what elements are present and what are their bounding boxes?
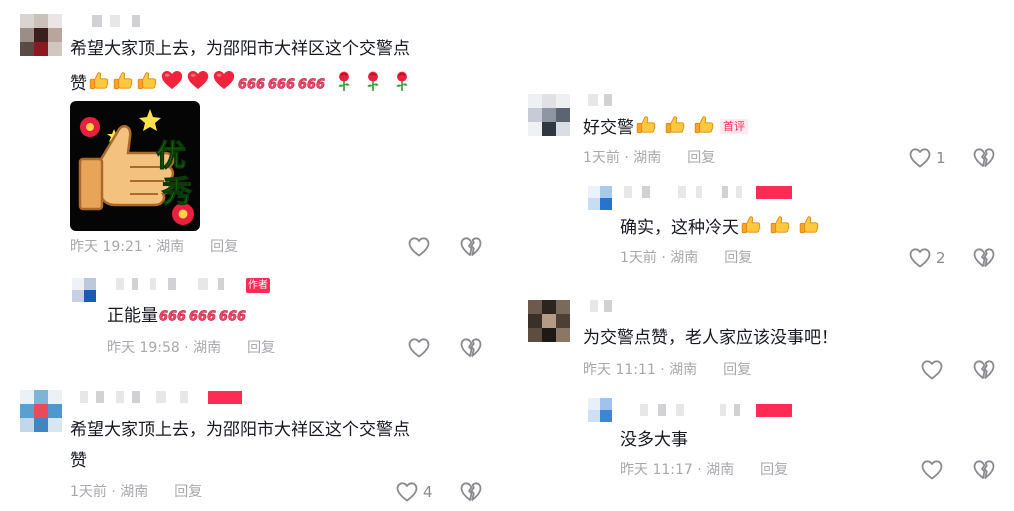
dislike-broken-heart-icon[interactable]	[459, 480, 483, 504]
comment-meta: 1天前 · 湖南 回复	[583, 148, 715, 168]
reply-time: 昨天 19:58 · 湖南	[107, 340, 222, 356]
reply-button[interactable]: 回复	[687, 150, 715, 166]
reply-button[interactable]: 回复	[210, 239, 238, 255]
heart-outline-icon	[407, 235, 431, 259]
comment-meta: 1天前 · 湖南 回复	[70, 482, 202, 502]
reply-meta: 昨天 19:58 · 湖南 回复	[107, 338, 275, 358]
dislike-broken-heart-icon[interactable]	[972, 146, 996, 170]
thumbs-up-emoji	[88, 70, 110, 92]
comment-text: 为交警点赞，老人家应该没事吧！	[583, 328, 838, 348]
avatar[interactable]	[20, 390, 62, 432]
dislike-broken-heart-icon[interactable]	[972, 246, 996, 270]
heart-outline-icon	[920, 358, 944, 382]
comment-time: 昨天 11:11 · 湖南	[583, 362, 698, 378]
thumbs-up-emoji	[693, 114, 715, 136]
reply-button[interactable]: 回复	[723, 362, 751, 378]
dislike-broken-heart-icon[interactable]	[972, 358, 996, 382]
reply-button[interactable]: 回复	[247, 340, 275, 356]
reply-time: 昨天 11:17 · 湖南	[620, 462, 735, 478]
comment-text-line2: 赞	[70, 68, 414, 96]
reply-text-body: 确实，这种冷天	[620, 218, 739, 238]
comment-text: 好交警 首评	[583, 114, 748, 140]
comment-text-body: 好交警	[583, 118, 634, 138]
dislike-broken-heart-icon[interactable]	[459, 235, 483, 259]
author-tag: 作者	[246, 278, 270, 293]
heart-outline-icon	[395, 480, 419, 504]
reply-avatar[interactable]	[72, 278, 96, 302]
username[interactable]	[80, 391, 250, 405]
thumbs-up-emoji	[664, 114, 686, 136]
comment-time: 昨天 19:21 · 湖南	[70, 239, 185, 255]
thumbs-up-emoji	[136, 70, 158, 92]
first-comment-badge: 首评	[720, 119, 748, 134]
reply-button[interactable]: 回复	[760, 462, 788, 478]
like-count: 1	[936, 149, 946, 167]
heart-outline-icon	[920, 458, 944, 482]
like-count: 2	[936, 249, 946, 267]
reply-text: 没多大事	[620, 430, 688, 450]
heart-outline-icon	[908, 246, 932, 270]
heart-outline-icon	[407, 336, 431, 360]
reply-time: 1天前 · 湖南	[620, 250, 699, 266]
comment-time: 1天前 · 湖南	[583, 150, 662, 166]
reply-avatar[interactable]	[588, 398, 612, 422]
comment-text-tail: 赞	[70, 74, 87, 94]
reply-username[interactable]	[624, 186, 794, 200]
sticker-caption-2: 秀	[162, 175, 193, 211]
666-emoji	[159, 306, 187, 324]
comment-meta: 昨天 19:21 · 湖南 回复	[70, 237, 238, 257]
like-button[interactable]: 4	[395, 480, 433, 504]
avatar[interactable]	[528, 94, 570, 136]
comment-text: 希望大家顶上去，为邵阳市大祥区这个交警点	[70, 420, 410, 440]
red-heart-emoji	[160, 68, 184, 92]
comment-text-line2: 赞	[70, 451, 87, 471]
like-button[interactable]: 2	[908, 246, 946, 270]
rose-emoji	[362, 70, 384, 92]
like-count: 4	[423, 483, 433, 501]
heart-outline-icon	[908, 146, 932, 170]
like-button[interactable]	[920, 358, 948, 382]
thumbs-up-emoji	[769, 214, 791, 236]
rose-emoji	[391, 70, 413, 92]
reply-username[interactable]	[116, 278, 236, 292]
666-emoji	[238, 74, 266, 92]
thumbs-up-emoji	[635, 114, 657, 136]
reply-text-body: 正能量	[107, 306, 158, 326]
username[interactable]	[92, 15, 182, 29]
like-button[interactable]	[407, 235, 435, 259]
username[interactable]	[590, 300, 650, 314]
dislike-broken-heart-icon[interactable]	[972, 458, 996, 482]
reply-text: 正能量	[107, 304, 248, 328]
reply-meta: 1天前 · 湖南 回复	[620, 248, 752, 268]
like-button[interactable]	[920, 458, 948, 482]
666-emoji	[298, 74, 326, 92]
dislike-broken-heart-icon[interactable]	[459, 336, 483, 360]
thumbs-up-emoji	[740, 214, 762, 236]
comment-time: 1天前 · 湖南	[70, 484, 149, 500]
thumbs-up-emoji	[798, 214, 820, 236]
red-heart-emoji	[186, 68, 210, 92]
like-button[interactable]: 1	[908, 146, 946, 170]
666-emoji	[189, 306, 217, 324]
username[interactable]	[588, 94, 648, 108]
reply-button[interactable]: 回复	[724, 250, 752, 266]
avatar[interactable]	[20, 14, 62, 56]
666-emoji	[268, 74, 296, 92]
sticker-image[interactable]: 优 秀	[70, 101, 200, 231]
reply-text: 确实，这种冷天	[620, 214, 821, 240]
reply-button[interactable]: 回复	[174, 484, 202, 500]
rose-emoji	[333, 70, 355, 92]
red-heart-emoji	[212, 68, 236, 92]
comment-meta: 昨天 11:11 · 湖南 回复	[583, 360, 751, 380]
avatar[interactable]	[528, 300, 570, 342]
reply-username[interactable]	[640, 404, 800, 418]
reply-meta: 昨天 11:17 · 湖南 回复	[620, 460, 788, 480]
like-button[interactable]	[407, 336, 435, 360]
reply-avatar[interactable]	[588, 186, 612, 210]
comment-text: 希望大家顶上去，为邵阳市大祥区这个交警点	[70, 39, 410, 59]
thumbs-up-emoji	[112, 70, 134, 92]
666-emoji	[219, 306, 247, 324]
